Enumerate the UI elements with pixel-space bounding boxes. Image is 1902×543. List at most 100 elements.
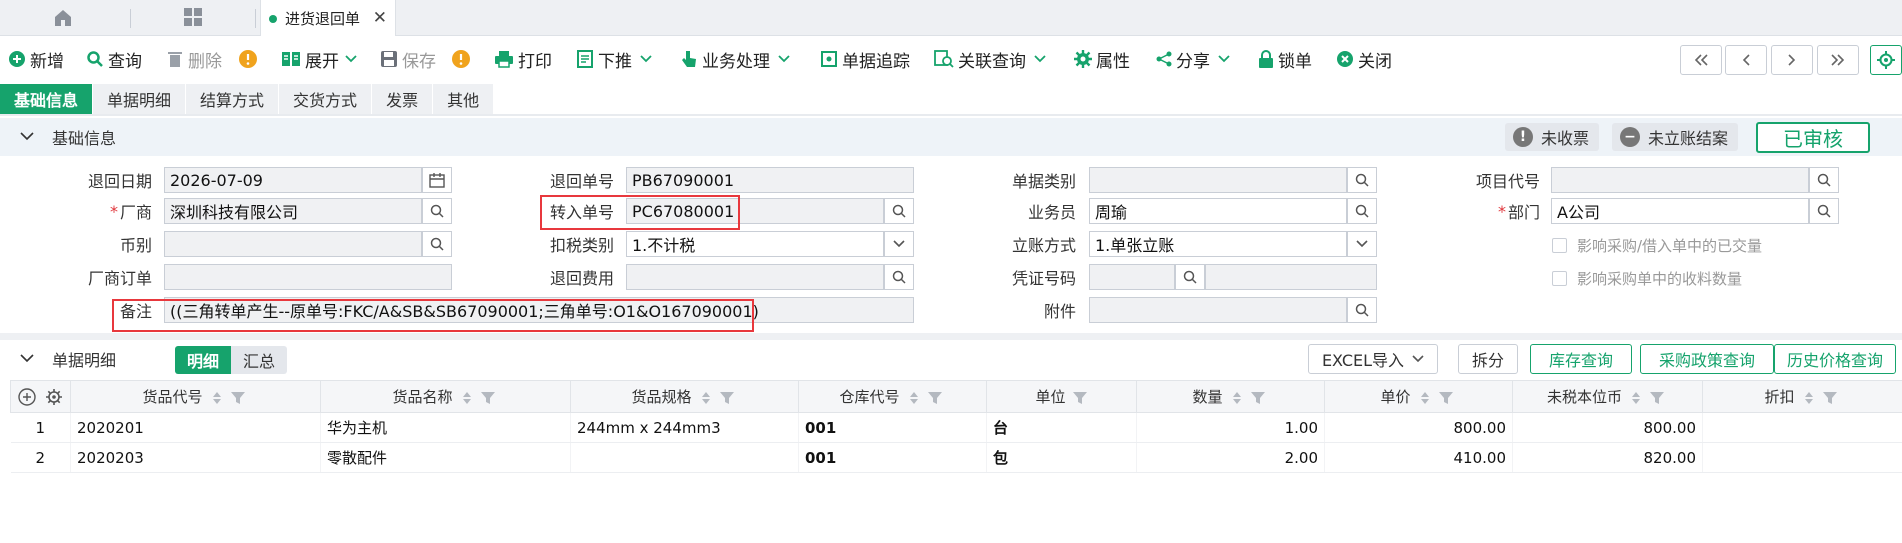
department-search-button[interactable] [1809, 198, 1839, 224]
col-item-name[interactable]: 货品名称 [320, 380, 571, 413]
voucher-no-field[interactable] [1089, 264, 1175, 290]
close-icon[interactable]: ✕ [373, 8, 387, 28]
col-item-code[interactable]: 货品代号 [70, 380, 321, 413]
cell-item-code[interactable]: 2020201 [70, 412, 321, 443]
expand-button[interactable]: 展开 [281, 36, 361, 82]
col-amount[interactable]: 未税本位币 [1512, 380, 1703, 413]
sort-filter-icon[interactable] [1417, 391, 1457, 405]
affect-received-checkbox[interactable]: 影响采购单中的收料数量 [1552, 268, 1742, 289]
cell-warehouse[interactable]: 001 [798, 412, 987, 443]
checkbox-box[interactable] [1552, 271, 1567, 286]
vendor-search-button[interactable] [422, 198, 452, 224]
purchase-policy-button[interactable]: 采购政策查询 [1640, 344, 1774, 374]
attachment-search-button[interactable] [1347, 297, 1377, 323]
voucher-search-button[interactable] [1175, 264, 1205, 290]
cell-quantity[interactable]: 1.00 [1136, 412, 1325, 443]
delete-button[interactable]: 删除 [166, 36, 222, 82]
subtab-other[interactable]: 其他 [433, 84, 495, 114]
lock-button[interactable]: 锁单 [1258, 36, 1312, 82]
split-button[interactable]: 拆分 [1458, 344, 1518, 374]
related-query-button[interactable]: 关联查询 [934, 36, 1050, 82]
sort-filter-icon[interactable] [209, 391, 249, 405]
checkbox-box[interactable] [1552, 238, 1567, 253]
voucher-extra-field[interactable] [1205, 264, 1377, 290]
cell-item-code[interactable]: 2020203 [70, 442, 321, 473]
return-fee-search-button[interactable] [884, 264, 914, 290]
price-history-button[interactable]: 历史价格查询 [1774, 344, 1896, 374]
new-button[interactable]: 新增 [8, 36, 64, 82]
prev-record-button[interactable] [1725, 45, 1767, 75]
subtab-document-detail[interactable]: 单据明细 [93, 84, 187, 114]
return-fee-field[interactable] [626, 264, 884, 290]
col-unit[interactable]: 单位 [986, 380, 1137, 413]
doc-type-search-button[interactable] [1347, 167, 1377, 193]
vendor-field[interactable]: 深圳科技有限公司 [164, 198, 422, 224]
home-icon[interactable] [52, 7, 74, 29]
cell-quantity[interactable]: 2.00 [1136, 442, 1325, 473]
collapse-chevron-icon[interactable] [20, 353, 34, 363]
attachment-field[interactable] [1089, 297, 1347, 323]
table-row[interactable]: 2 2020203 零散配件 001 包 2.00 410.00 820.00 [10, 442, 1902, 473]
cell-warehouse[interactable]: 001 [798, 442, 987, 473]
first-record-button[interactable] [1680, 45, 1722, 75]
col-quantity[interactable]: 数量 [1136, 380, 1325, 413]
col-item-spec[interactable]: 货品规格 [570, 380, 799, 413]
salesman-search-button[interactable] [1347, 198, 1377, 224]
detail-view-button[interactable]: 明细 [175, 346, 232, 374]
subtab-settlement[interactable]: 结算方式 [186, 84, 280, 114]
sort-filter-icon[interactable] [698, 391, 738, 405]
excel-import-button[interactable]: EXCEL导入 [1308, 344, 1438, 374]
sort-filter-icon[interactable] [1229, 391, 1269, 405]
salesman-field[interactable]: 周瑜 [1089, 198, 1347, 224]
col-warehouse[interactable]: 仓库代号 [798, 380, 987, 413]
affect-delivered-checkbox[interactable]: 影响采购/借入单中的已交量 [1552, 235, 1762, 256]
tax-type-select[interactable]: 1.不计税 [626, 231, 884, 257]
cell-discount[interactable] [1702, 442, 1902, 473]
tax-type-dropdown-button[interactable] [884, 231, 914, 257]
properties-button[interactable]: 属性 [1074, 36, 1130, 82]
collapse-chevron-icon[interactable] [20, 131, 34, 141]
filter-icon[interactable] [1072, 391, 1088, 405]
doc-type-field[interactable] [1089, 167, 1347, 193]
cell-amount[interactable]: 820.00 [1512, 442, 1703, 473]
sort-filter-icon[interactable] [1801, 391, 1841, 405]
currency-field[interactable] [164, 231, 422, 257]
project-code-search-button[interactable] [1809, 167, 1839, 193]
business-button[interactable]: 业务处理 [680, 36, 794, 82]
push-down-button[interactable]: 下推 [576, 36, 656, 82]
subtab-basic-info[interactable]: 基础信息 [0, 84, 94, 114]
last-record-button[interactable] [1817, 45, 1859, 75]
settings-button[interactable] [1870, 45, 1902, 75]
col-unit-price[interactable]: 单价 [1324, 380, 1513, 413]
account-method-select[interactable]: 1.单张立账 [1089, 231, 1347, 257]
stock-query-button[interactable]: 库存查询 [1530, 344, 1632, 374]
cell-unit[interactable]: 包 [986, 442, 1137, 473]
cell-unit-price[interactable]: 800.00 [1324, 412, 1513, 443]
remark-field[interactable]: ((三角转单产生--原单号:FKC/A&SB&SB67090001;三角单号:O… [164, 297, 914, 323]
cell-amount[interactable]: 800.00 [1512, 412, 1703, 443]
return-no-field[interactable]: PB67090001 [626, 167, 914, 193]
print-button[interactable]: 打印 [494, 36, 552, 82]
department-field[interactable]: A公司 [1551, 198, 1809, 224]
cell-item-name[interactable]: 华为主机 [320, 412, 571, 443]
col-discount[interactable]: 折扣 [1702, 380, 1902, 413]
cell-unit[interactable]: 台 [986, 412, 1137, 443]
vendor-order-field[interactable] [164, 264, 452, 290]
transfer-no-field[interactable]: PC67080001 [626, 198, 884, 224]
return-date-field[interactable]: 2026-07-09 [164, 167, 422, 193]
currency-search-button[interactable] [422, 231, 452, 257]
cell-item-name[interactable]: 零散配件 [320, 442, 571, 473]
close-button[interactable]: 关闭 [1336, 36, 1392, 82]
query-button[interactable]: 查询 [86, 36, 142, 82]
apps-grid-icon[interactable] [182, 6, 204, 28]
summary-view-button[interactable]: 汇总 [231, 346, 288, 374]
subtab-invoice[interactable]: 发票 [372, 84, 434, 114]
calendar-button[interactable] [422, 167, 452, 193]
save-button[interactable]: 保存 [380, 36, 436, 82]
sort-filter-icon[interactable] [906, 391, 946, 405]
sort-filter-icon[interactable] [1628, 391, 1668, 405]
tab-purchase-return[interactable]: 进货退回单 ✕ [260, 0, 396, 37]
cell-unit-price[interactable]: 410.00 [1324, 442, 1513, 473]
transfer-no-search-button[interactable] [884, 198, 914, 224]
cell-item-spec[interactable] [570, 442, 799, 473]
